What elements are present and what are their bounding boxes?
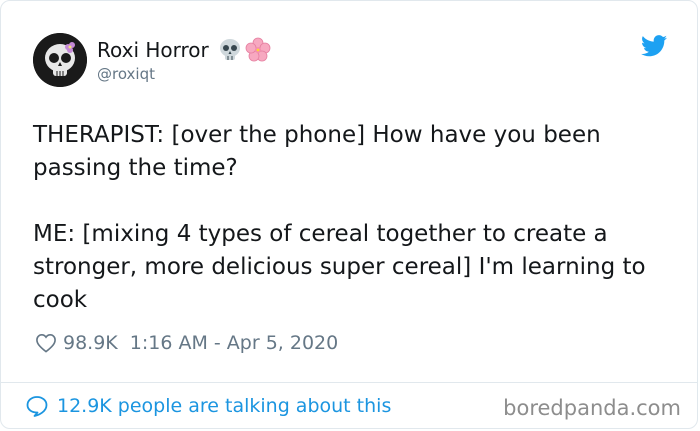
user-handle[interactable]: @roxiqt (97, 65, 271, 83)
avatar[interactable] (33, 33, 87, 87)
skull-emoji-icon (219, 39, 240, 60)
divider (1, 382, 697, 383)
cherry-blossom-emoji-icon (245, 37, 271, 62)
tweet-header: Roxi Horror @roxiqt (33, 33, 271, 87)
twitter-bird-icon[interactable] (641, 35, 667, 57)
talking-about-text[interactable]: 12.9K people are talking about this (57, 395, 391, 417)
heart-icon[interactable] (35, 333, 57, 353)
skull-avatar-icon (33, 33, 87, 87)
talking-about-link[interactable]: 12.9K people are talking about this (25, 395, 391, 417)
like-count[interactable]: 98.9K (63, 332, 118, 354)
watermark: boredpanda.com (503, 396, 681, 420)
tweet-text: THERAPIST: [over the phone] How have you… (33, 122, 646, 313)
tweet-meta: 98.9K 1:16 AM - Apr 5, 2020 (35, 332, 338, 354)
speech-bubble-icon (26, 396, 48, 417)
display-name-row: Roxi Horror (97, 37, 271, 63)
display-name[interactable]: Roxi Horror (97, 38, 209, 62)
name-emoji (217, 37, 271, 63)
tweet-card: Roxi Horror @roxiqt THERAPIST: [over the… (0, 0, 698, 429)
user-names: Roxi Horror @roxiqt (97, 37, 271, 83)
tweet-timestamp[interactable]: 1:16 AM - Apr 5, 2020 (130, 332, 338, 354)
